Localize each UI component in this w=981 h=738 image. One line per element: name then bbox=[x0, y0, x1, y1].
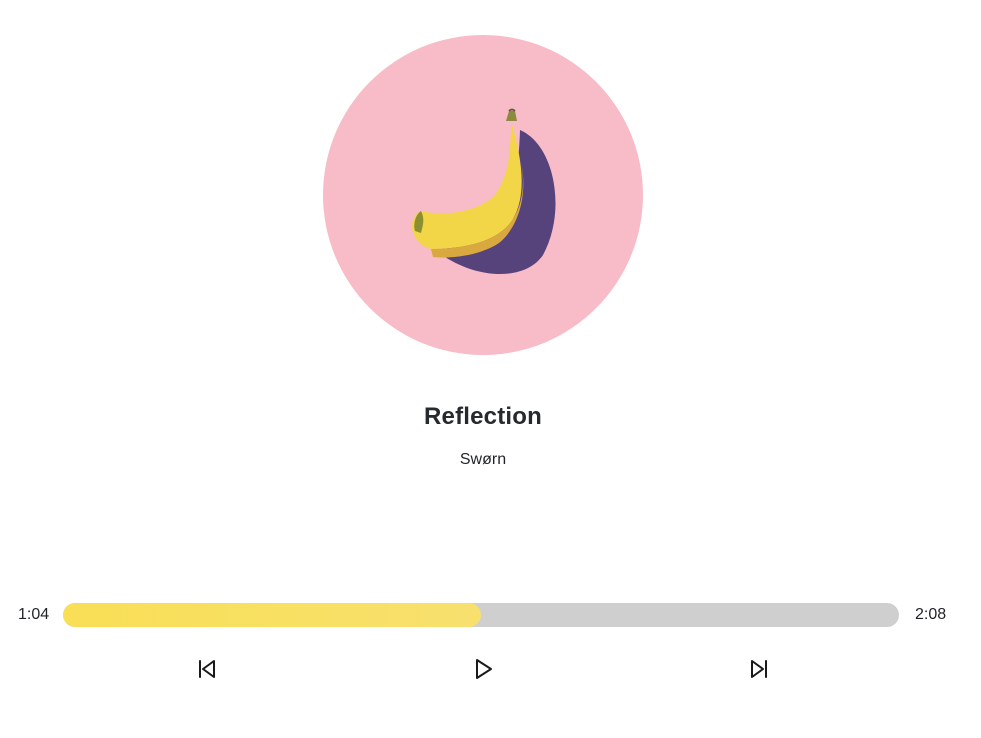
total-time: 2:08 bbox=[915, 606, 947, 623]
skip-next-icon bbox=[751, 660, 767, 678]
track-artist: Swørn bbox=[459, 451, 507, 468]
skip-previous-icon bbox=[199, 660, 215, 678]
previous-track-button[interactable] bbox=[195, 657, 219, 681]
play-button[interactable] bbox=[471, 657, 495, 681]
album-artwork bbox=[323, 35, 643, 355]
progress-bar[interactable] bbox=[63, 603, 899, 627]
progress-bar-fill bbox=[63, 603, 481, 627]
play-icon bbox=[476, 659, 492, 679]
next-track-button[interactable] bbox=[747, 657, 771, 681]
track-title: Reflection bbox=[423, 403, 542, 430]
current-time: 1:04 bbox=[18, 606, 50, 623]
banana-artwork-image bbox=[323, 35, 643, 355]
